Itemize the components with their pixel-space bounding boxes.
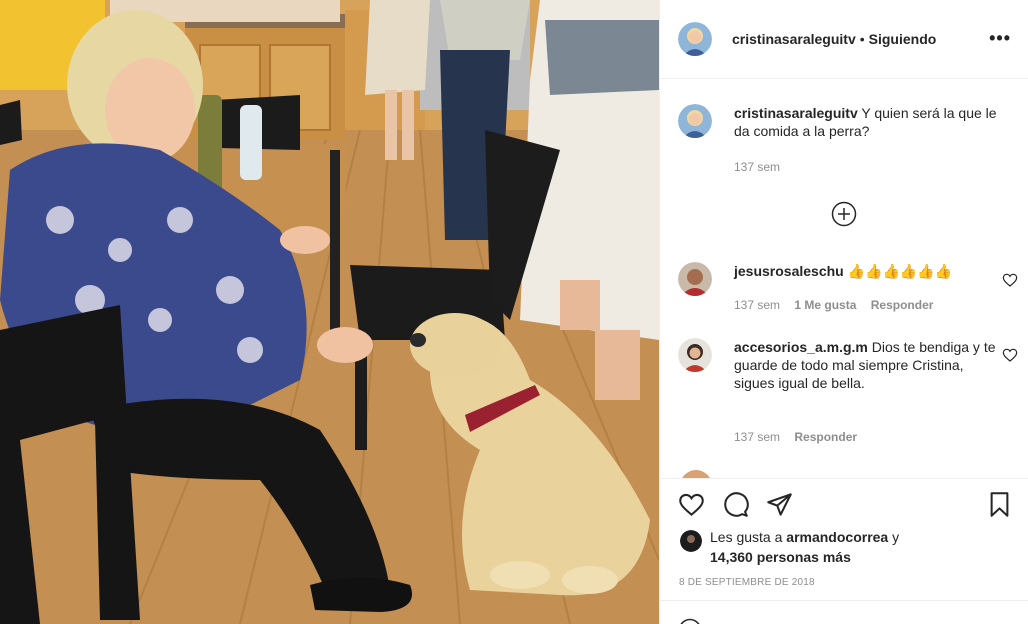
caption-username[interactable]: cristinasaraleguitv: [734, 105, 858, 121]
small-heart-icon[interactable]: [1002, 272, 1018, 288]
liker-username[interactable]: armandocorrea: [786, 529, 888, 545]
emoji-icon[interactable]: [678, 618, 702, 624]
likes-summary: Les gusta a armandocorrea y 14,360 perso…: [680, 527, 940, 567]
comment-body: 👍👍👍👍👍👍: [847, 263, 953, 279]
caption-meta: 137 sem: [734, 160, 791, 174]
commenter-avatar[interactable]: [678, 338, 712, 372]
caption-time[interactable]: 137 sem: [734, 160, 780, 174]
caption-avatar[interactable]: [678, 104, 712, 138]
comment-time[interactable]: 137 sem: [734, 298, 780, 312]
comments-list[interactable]: cristinasaraleguitv Y quien será la que …: [660, 80, 1028, 478]
bookmark-icon[interactable]: [986, 491, 1013, 518]
comment-text: jesusrosaleschu 👍👍👍👍👍👍: [734, 262, 1004, 280]
comment-bubble-icon[interactable]: [722, 491, 749, 518]
following-button[interactable]: Siguiendo: [869, 31, 937, 47]
comment-meta: 137 sem 1 Me gusta Responder: [734, 298, 944, 312]
post-side-panel: cristinasaraleguitv • Siguiendo ••• cris…: [659, 0, 1028, 624]
caption-text: cristinasaraleguitv Y quien será la que …: [734, 104, 1004, 140]
more-options-icon[interactable]: •••: [989, 28, 1011, 48]
comment-username[interactable]: jesusrosaleschu: [734, 263, 844, 279]
comment-likes[interactable]: 1 Me gusta: [794, 298, 856, 312]
author-avatar[interactable]: [678, 22, 712, 56]
likes-text: Les gusta a armandocorrea y 14,360 perso…: [710, 527, 940, 567]
post-image: [0, 0, 659, 624]
add-comment-row: [660, 600, 1028, 624]
small-heart-icon[interactable]: [1002, 347, 1018, 363]
likes-prefix: Les gusta a: [710, 529, 783, 545]
reply-button[interactable]: Responder: [871, 298, 934, 312]
comment-time[interactable]: 137 sem: [734, 430, 780, 444]
comment-meta: 137 sem Responder: [734, 430, 868, 444]
heart-icon[interactable]: [678, 491, 705, 518]
plus-circle-icon[interactable]: [831, 201, 857, 227]
likes-count-link[interactable]: 14,360 personas más: [710, 549, 851, 565]
commenter-avatar[interactable]: [678, 262, 712, 296]
author-username[interactable]: cristinasaraleguitv: [732, 31, 856, 47]
post-actions: Les gusta a armandocorrea y 14,360 perso…: [660, 478, 1028, 624]
comment-username[interactable]: accesorios_a.m.g.m: [734, 339, 868, 355]
likes-connector: y: [892, 529, 900, 545]
comment-text: accesorios_a.m.g.m Dios te bendiga y te …: [734, 338, 1004, 392]
separator-dot: •: [859, 31, 865, 47]
liker-avatar[interactable]: [680, 530, 702, 552]
post-date[interactable]: 8 DE SEPTIEMBRE DE 2018: [679, 577, 815, 588]
paper-plane-icon[interactable]: [766, 491, 793, 518]
post-header: cristinasaraleguitv • Siguiendo •••: [660, 0, 1028, 79]
reply-button[interactable]: Responder: [794, 430, 857, 444]
next-comment-avatar: [680, 470, 712, 478]
post-photo[interactable]: [0, 0, 659, 624]
